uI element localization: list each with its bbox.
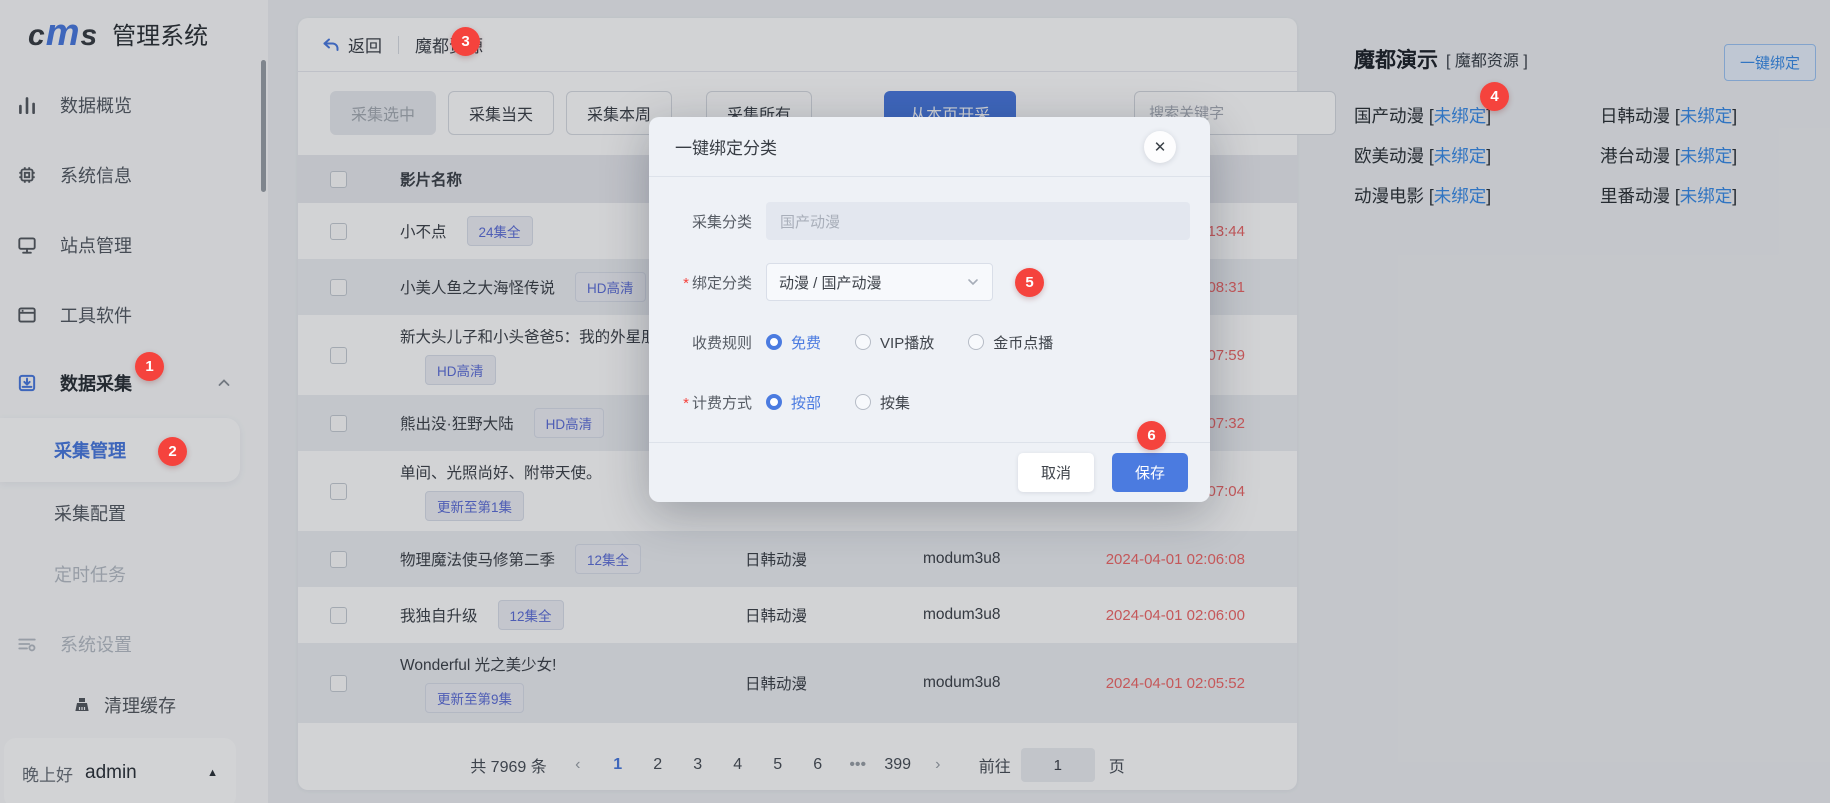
radio-free[interactable]: 免费 [766,332,821,353]
collect-category-input: 国产动漫 [766,202,1190,240]
radio-icon [855,394,871,410]
radio-icon [766,334,782,350]
fee-rule-field: 收费规则 免费 VIP播放 金币点播 [649,323,1210,361]
required-star: * [683,395,689,412]
dialog-footer: 取消 保存 [649,442,1210,502]
radio-coin[interactable]: 金币点播 [968,332,1053,353]
billing-mode-field: *计费方式 按部 按集 [649,383,1210,421]
chevron-down-icon [966,275,980,289]
bind-category-select[interactable]: 动漫 / 国产动漫 [766,263,993,301]
bind-category-dialog: 一键绑定分类 ✕ 采集分类 国产动漫 *绑定分类 动漫 / 国产动漫 收费规则 … [649,117,1210,502]
field-label: 收费规则 [649,332,766,353]
field-label: *计费方式 [649,392,766,413]
field-label: 采集分类 [649,211,766,232]
dialog-title: 一键绑定分类 [675,134,777,159]
field-label: *绑定分类 [649,272,766,293]
dialog-header: 一键绑定分类 [649,117,1210,177]
save-button[interactable]: 保存 [1112,453,1188,492]
close-icon[interactable]: ✕ [1144,131,1176,163]
bind-category-field: *绑定分类 动漫 / 国产动漫 [649,263,1210,301]
step-badge-2: 2 [158,437,187,466]
step-badge-4: 4 [1480,82,1509,111]
radio-per-episode[interactable]: 按集 [855,392,910,413]
step-badge-3: 3 [451,27,480,56]
radio-icon [766,394,782,410]
app-window: cms 管理系统 数据概览 系统信息 站点管理 工具软件 数据采集 采集管理 采… [0,0,1830,803]
step-badge-1: 1 [135,352,164,381]
cancel-button[interactable]: 取消 [1018,453,1094,492]
radio-vip[interactable]: VIP播放 [855,332,934,353]
step-badge-6: 6 [1137,421,1166,450]
step-badge-5: 5 [1015,268,1044,297]
radio-icon [855,334,871,350]
radio-icon [968,334,984,350]
radio-per-series[interactable]: 按部 [766,392,821,413]
required-star: * [683,275,689,292]
collect-category-field: 采集分类 国产动漫 [649,202,1210,240]
